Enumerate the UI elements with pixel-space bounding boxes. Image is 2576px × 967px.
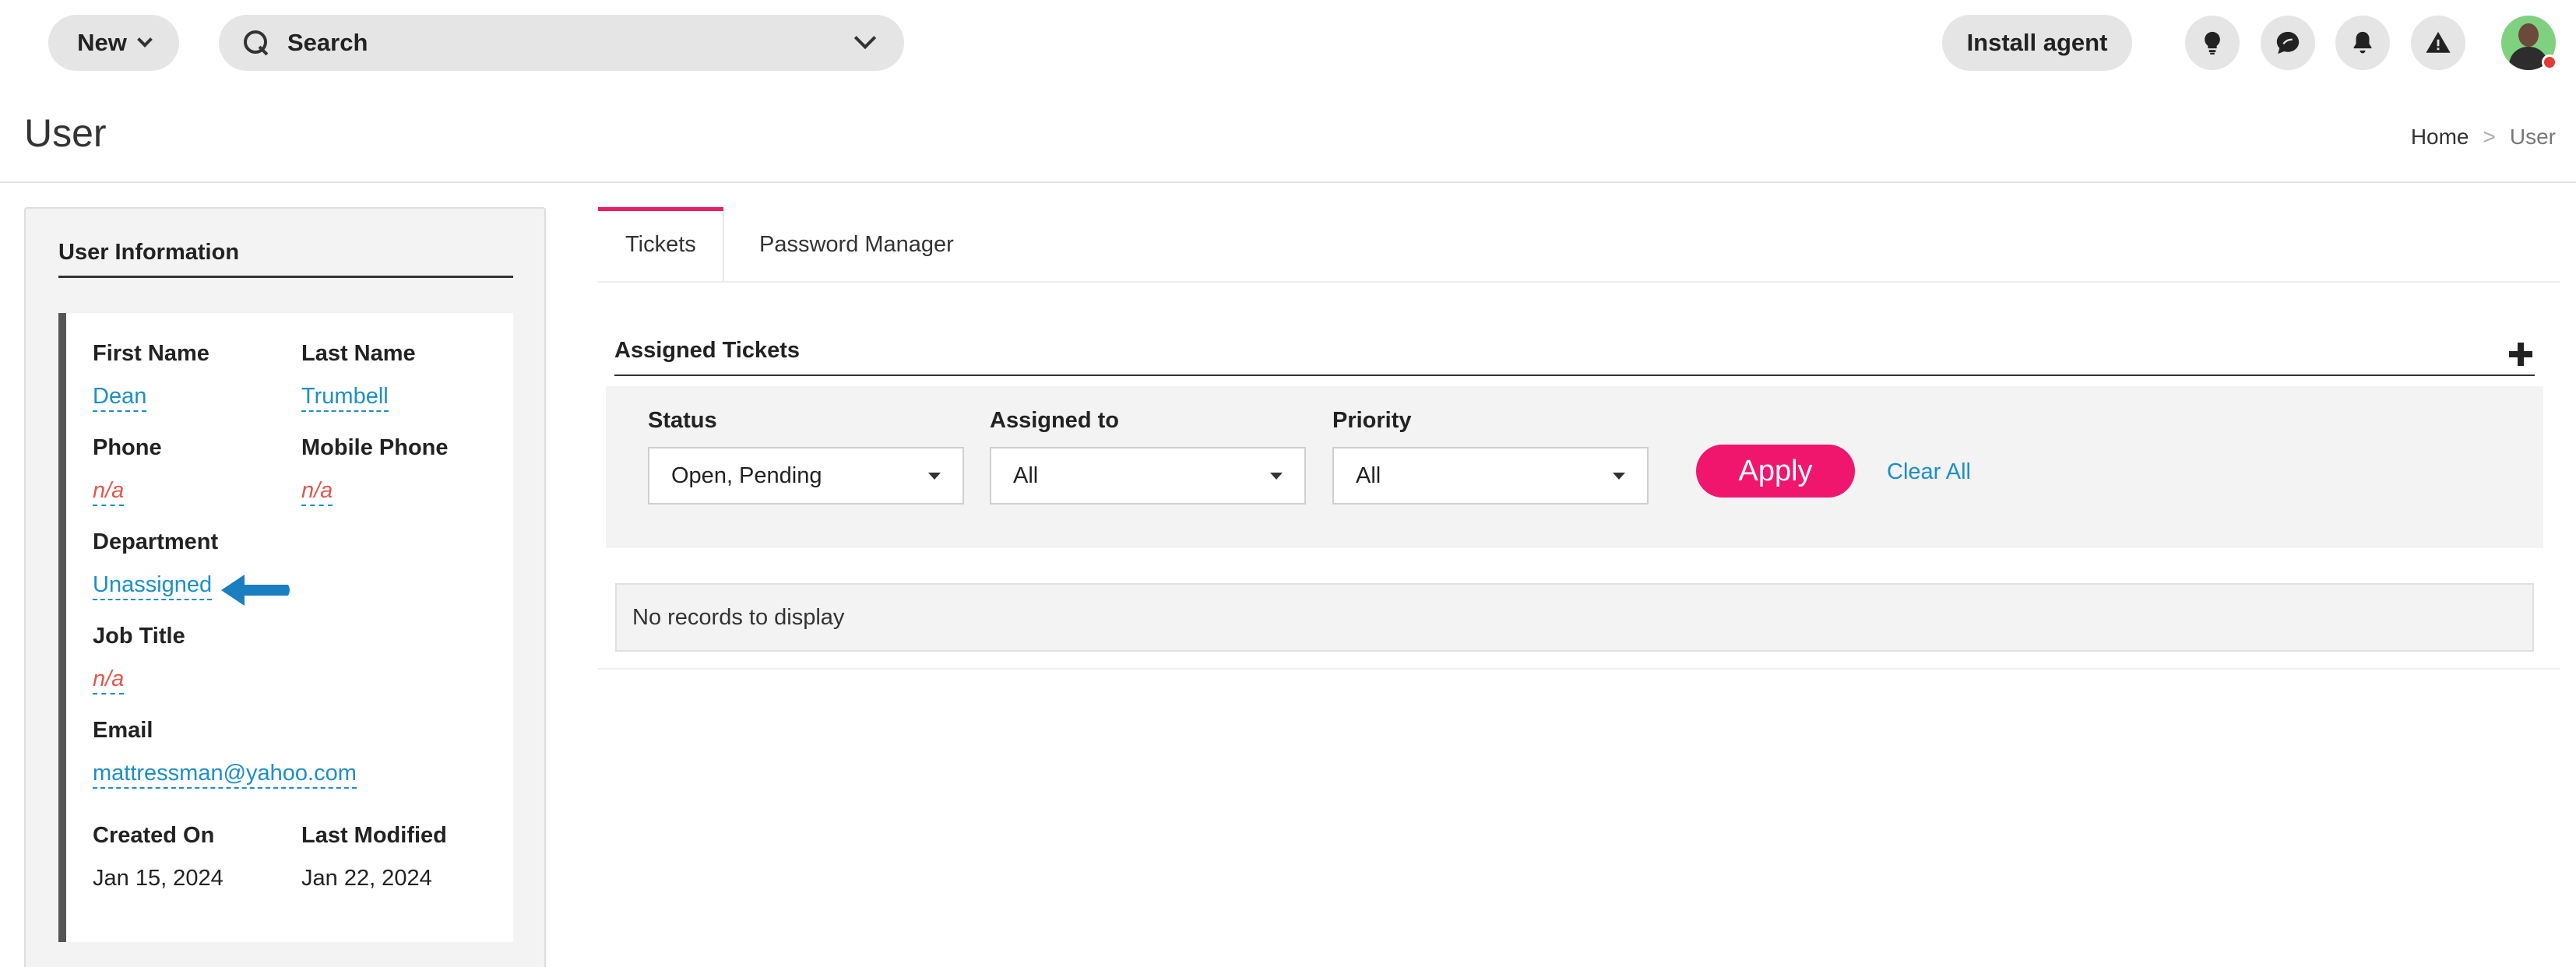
divider (0, 181, 2576, 183)
phone-value[interactable]: n/a (93, 478, 125, 506)
breadcrumb-current: User (2509, 125, 2556, 149)
first-name-value[interactable]: Dean (93, 384, 147, 412)
chat-icon (2276, 31, 2300, 55)
job-title-label: Job Title (93, 624, 185, 649)
bell-icon (2353, 31, 2372, 54)
caret-down-icon (1270, 472, 1283, 480)
divider (598, 668, 2560, 670)
apply-button[interactable]: Apply (1696, 445, 1855, 498)
first-name-label: First Name (93, 341, 209, 366)
last-name-label: Last Name (301, 341, 416, 366)
install-agent-button[interactable]: Install agent (1942, 15, 2132, 71)
department-field: Department Unassigned (93, 529, 218, 600)
breadcrumb: Home > User (2411, 125, 2556, 149)
tab-password-manager[interactable]: Password Manager (759, 232, 954, 258)
divider (598, 281, 2560, 283)
chevron-down-icon[interactable] (853, 26, 877, 50)
lightbulb-button[interactable] (2185, 16, 2240, 70)
assigned-tickets-title: Assigned Tickets (614, 338, 801, 363)
lightbulb-icon (2205, 31, 2220, 55)
status-dot (2542, 55, 2557, 70)
alerts-button[interactable] (2411, 16, 2465, 70)
department-value[interactable]: Unassigned (93, 572, 213, 600)
search-label: Search (287, 29, 368, 56)
priority-select-value: All (1356, 462, 1381, 488)
breadcrumb-separator: > (2483, 125, 2496, 149)
status-select-value: Open, Pending (671, 462, 822, 488)
email-value[interactable]: mattressman@yahoo.com (93, 761, 357, 789)
new-button[interactable]: New (48, 15, 179, 71)
tab-tickets[interactable]: Tickets (625, 232, 696, 258)
department-label: Department (93, 529, 219, 554)
created-on-field: Created On Jan 15, 2024 (93, 823, 223, 892)
last-name-field: Last Name Trumbell (301, 341, 416, 412)
phone-field: Phone n/a (93, 435, 162, 506)
mobile-phone-field: Mobile Phone n/a (301, 435, 449, 506)
search-bar[interactable]: Search (219, 15, 904, 71)
status-select[interactable]: Open, Pending (648, 447, 964, 505)
assigned-to-select[interactable]: All (990, 447, 1306, 505)
user-info-card: First Name Dean Last Name Trumbell Phone… (58, 313, 513, 942)
last-modified-label: Last Modified (301, 823, 447, 848)
arrow-left-icon (221, 575, 290, 606)
active-tab-indicator (598, 207, 723, 211)
job-title-field: Job Title n/a (93, 624, 185, 694)
search-icon (241, 27, 272, 58)
clear-all-link[interactable]: Clear All (1887, 459, 1971, 485)
mobile-phone-value[interactable]: n/a (301, 478, 333, 506)
divider (58, 276, 513, 278)
last-modified-value: Jan 22, 2024 (301, 866, 432, 891)
breadcrumb-home[interactable]: Home (2411, 125, 2469, 149)
last-modified-field: Last Modified Jan 22, 2024 (301, 823, 447, 892)
new-button-label: New (77, 29, 127, 56)
email-label: Email (93, 718, 153, 743)
page-title: User (24, 111, 107, 155)
divider (614, 374, 2535, 376)
job-title-value[interactable]: n/a (93, 666, 125, 694)
warning-icon (2426, 31, 2451, 53)
assigned-to-select-value: All (1013, 462, 1039, 488)
created-on-value: Jan 15, 2024 (93, 866, 223, 891)
status-filter-label: Status (648, 408, 717, 433)
user-information-title: User Information (58, 240, 240, 265)
mobile-phone-label: Mobile Phone (301, 435, 449, 460)
add-icon[interactable] (2509, 343, 2532, 366)
last-name-value[interactable]: Trumbell (301, 384, 389, 412)
assigned-to-filter-label: Assigned to (990, 408, 1119, 433)
phone-label: Phone (93, 435, 162, 460)
priority-filter-label: Priority (1332, 408, 1412, 433)
top-bar: New Search Install agent (0, 0, 2576, 84)
priority-select[interactable]: All (1332, 447, 1649, 505)
created-on-label: Created On (93, 823, 215, 848)
no-records-message: No records to display (615, 583, 2534, 652)
email-field: Email mattressman@yahoo.com (93, 718, 357, 789)
chat-button[interactable] (2261, 16, 2315, 70)
chevron-down-icon (136, 32, 153, 47)
caret-down-icon (928, 472, 941, 480)
notifications-button[interactable] (2335, 16, 2390, 70)
caret-down-icon (1613, 472, 1625, 480)
divider (723, 211, 724, 281)
first-name-field: First Name Dean (93, 341, 209, 412)
